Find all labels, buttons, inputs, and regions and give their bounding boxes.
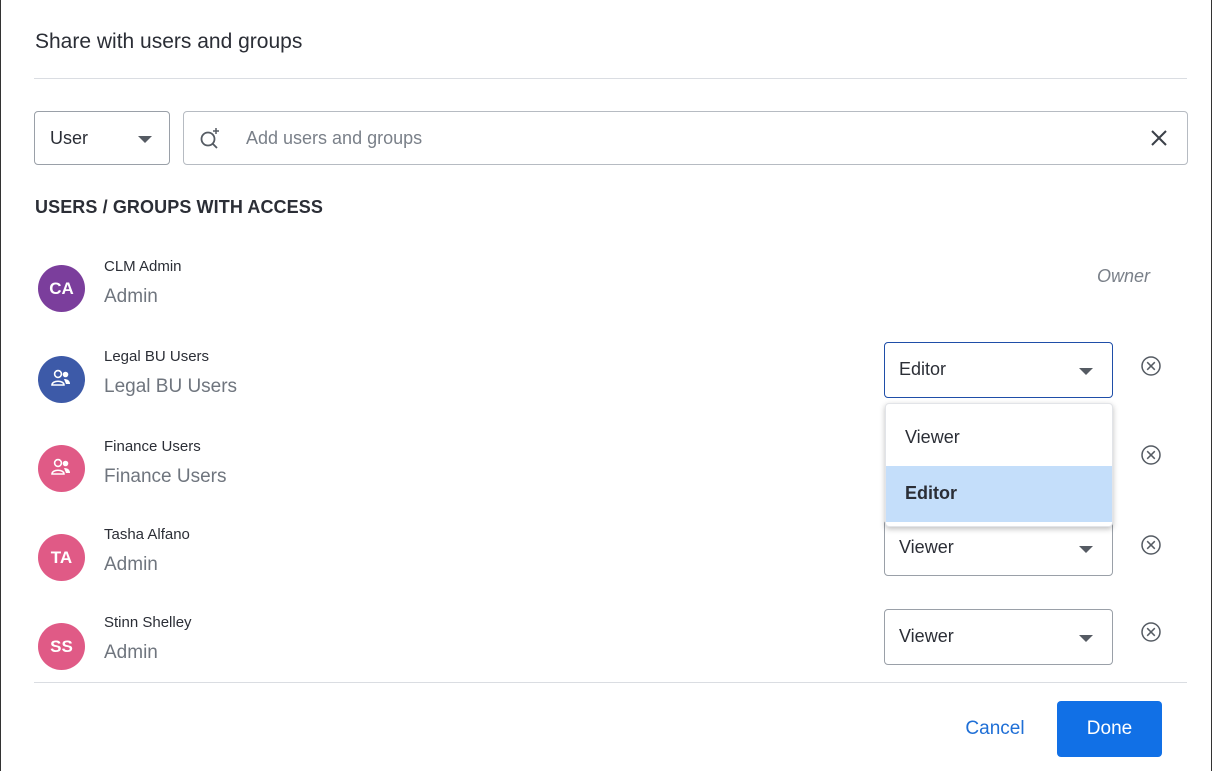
group-icon [51,369,70,386]
access-row: TA Tasha Alfano Admin Viewer [1,520,1213,602]
share-dialog: Share with users and groups User Add use… [0,0,1212,771]
role-select[interactable]: Viewer [884,609,1113,665]
menu-option-label: Editor [905,483,957,503]
cancel-button[interactable]: Cancel [947,701,1043,757]
member-name: Tasha Alfano [104,526,190,543]
remove-circle-icon[interactable] [1140,444,1162,466]
member-name: Finance Users [104,438,201,455]
chevron-down-icon [1079,546,1093,553]
search-add-icon [200,128,219,149]
principal-type-select[interactable]: User [34,111,170,165]
member-name: Stinn Shelley [104,614,192,631]
chevron-down-icon [1079,368,1093,375]
access-row: CA CLM Admin Admin Owner [1,252,1213,332]
access-row: SS Stinn Shelley Admin Viewer [1,609,1213,690]
header-divider [34,78,1187,79]
remove-circle-icon[interactable] [1140,621,1162,643]
done-button[interactable]: Done [1057,701,1162,757]
member-subtitle: Admin [104,642,158,663]
menu-option-editor[interactable]: Editor [886,466,1112,522]
avatar: CA [38,265,85,312]
role-select[interactable]: Editor [884,342,1113,398]
menu-option-viewer[interactable]: Viewer [886,410,1112,466]
role-dropdown-menu: Viewer Editor [885,403,1113,527]
chevron-down-icon [1079,635,1093,642]
role-value: Editor [899,359,947,379]
role-select[interactable]: Viewer [884,520,1113,576]
role-value: Viewer [899,626,954,646]
remove-circle-icon[interactable] [1140,534,1162,556]
member-subtitle: Admin [104,554,158,575]
member-subtitle: Admin [104,286,158,307]
member-subtitle: Legal BU Users [104,376,238,397]
member-subtitle: Finance Users [104,466,227,487]
avatar: SS [38,623,85,670]
owner-label: Owner [1097,266,1151,286]
dialog-title: Share with users and groups [35,30,303,53]
menu-option-label: Viewer [905,427,960,447]
access-heading: USERS / GROUPS WITH ACCESS [35,197,323,217]
role-value: Viewer [899,537,954,557]
remove-circle-icon[interactable] [1140,355,1162,377]
avatar [38,445,85,492]
group-icon [51,458,70,475]
avatar: TA [38,534,85,581]
member-name: Legal BU Users [104,348,210,365]
search-input[interactable]: Add users and groups [183,111,1188,165]
avatar [38,356,85,403]
chevron-down-icon [138,136,152,143]
principal-type-value: User [50,128,89,148]
search-placeholder: Add users and groups [246,128,423,148]
close-icon[interactable] [1146,125,1172,151]
member-name: CLM Admin [104,258,182,275]
footer-divider [34,682,1187,683]
